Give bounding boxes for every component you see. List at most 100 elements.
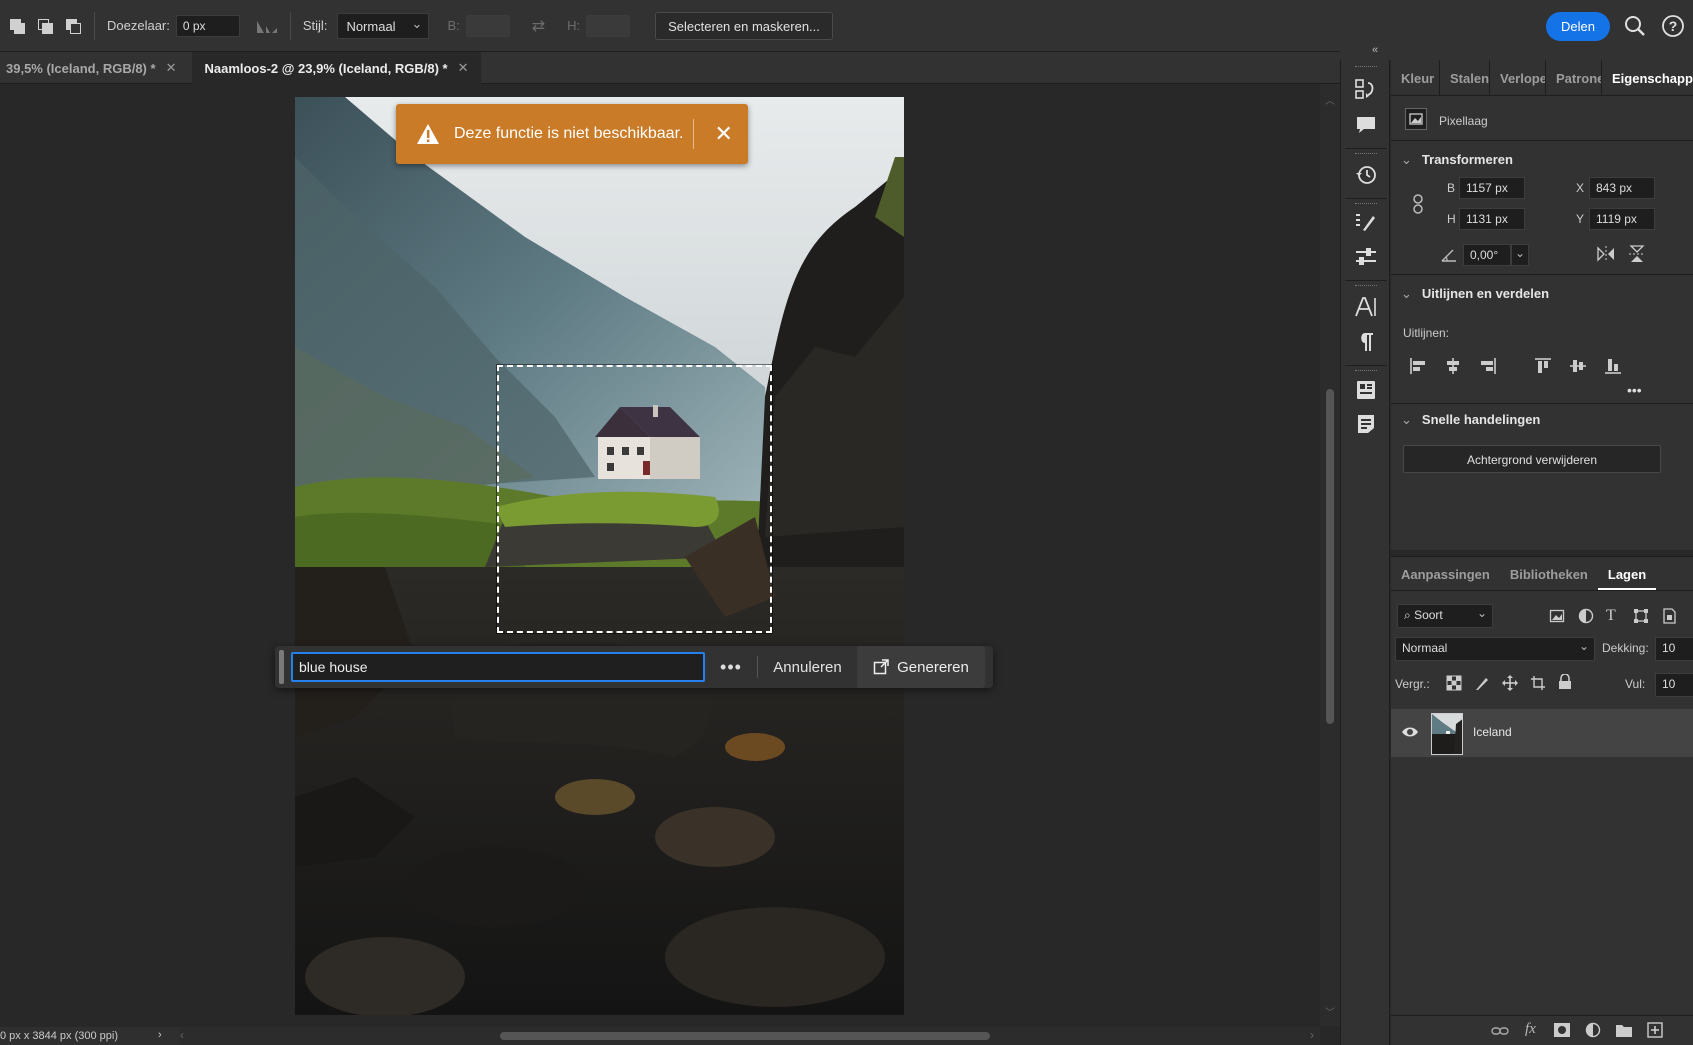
drag-handle[interactable] — [279, 650, 284, 684]
eye-icon[interactable] — [1401, 725, 1419, 739]
collapse-icon[interactable]: « — [1372, 44, 1378, 56]
grip[interactable] — [1355, 66, 1377, 69]
help-icon[interactable]: ? — [1661, 14, 1685, 38]
angle-field[interactable]: 0,00° — [1463, 244, 1511, 266]
grip[interactable] — [1355, 370, 1377, 373]
height-field[interactable]: 1131 px — [1459, 208, 1525, 230]
fill-field[interactable]: 10 — [1655, 673, 1693, 697]
add-to-selection-icon[interactable] — [36, 17, 54, 35]
lock-transparency-icon[interactable] — [1446, 675, 1462, 691]
search-icon[interactable] — [1623, 14, 1647, 38]
filter-pixel-icon[interactable] — [1549, 608, 1565, 624]
prompt-input[interactable]: blue house — [291, 652, 705, 682]
filter-adjustment-icon[interactable] — [1578, 608, 1594, 624]
tab-swatches[interactable]: Stalen — [1440, 60, 1490, 95]
width-label: B: — [447, 18, 460, 33]
more-options-icon[interactable]: ••• — [705, 657, 757, 678]
filter-type-icon[interactable]: T — [1606, 607, 1616, 625]
scroll-thumb[interactable] — [1326, 389, 1334, 724]
close-icon[interactable]: ✕ — [458, 60, 469, 76]
select-and-mask-button[interactable]: Selecteren en maskeren... — [655, 11, 833, 40]
scroll-down-icon[interactable]: ﹀ — [1325, 1004, 1335, 1019]
swap-icon[interactable]: ⇄ — [532, 16, 545, 36]
align-middle-vertical-icon[interactable] — [1569, 357, 1587, 375]
close-icon[interactable]: ✕ — [714, 121, 732, 147]
divider — [1345, 198, 1387, 199]
align-center-horizontal-icon[interactable] — [1444, 357, 1462, 375]
tab-color[interactable]: Kleur — [1391, 60, 1440, 95]
remove-background-button[interactable]: Achtergrond verwijderen — [1403, 445, 1661, 473]
vertical-scrollbar[interactable]: ︿ ﹀ — [1320, 84, 1340, 1026]
style-select[interactable]: Normaal — [337, 12, 430, 39]
adjustments-icon[interactable] — [1354, 245, 1378, 269]
align-left-icon[interactable] — [1409, 357, 1427, 375]
paragraph-icon[interactable] — [1354, 330, 1378, 354]
lock-position-icon[interactable] — [1502, 675, 1518, 691]
notes-icon[interactable] — [1354, 412, 1378, 436]
feather-input[interactable]: 0 px — [175, 14, 240, 37]
lock-artboard-icon[interactable] — [1530, 675, 1546, 691]
brush-settings-icon[interactable] — [1354, 210, 1378, 234]
link-icon[interactable] — [1411, 194, 1425, 214]
align-bottom-icon[interactable] — [1604, 357, 1622, 375]
scroll-up-icon[interactable]: ︿ — [1325, 92, 1335, 107]
section-align-distribute[interactable]: Uitlijnen en verdelen — [1401, 286, 1549, 302]
tab-document-2[interactable]: Naamloos-2 @ 23,9% (Iceland, RGB/8) * ✕ — [192, 52, 481, 84]
history-states-icon[interactable] — [1354, 77, 1378, 101]
new-layer-icon[interactable] — [1647, 1022, 1663, 1038]
lock-pixels-icon[interactable] — [1474, 675, 1490, 691]
add-mask-icon[interactable] — [1554, 1023, 1570, 1037]
y-field[interactable]: 1119 px — [1589, 208, 1655, 230]
tab-layers[interactable]: Lagen — [1597, 557, 1657, 590]
comments-icon[interactable] — [1354, 113, 1378, 137]
x-field[interactable]: 843 px — [1589, 177, 1655, 199]
section-quick-actions[interactable]: Snelle handelingen — [1401, 412, 1540, 428]
scroll-left-icon[interactable]: ‹ — [180, 1028, 184, 1042]
scroll-thumb[interactable] — [500, 1032, 990, 1040]
new-selection-icon[interactable] — [8, 17, 26, 35]
tab-properties[interactable]: Eigenschappen — [1602, 60, 1693, 95]
anti-alias-icon[interactable] — [256, 18, 278, 34]
link-layers-icon[interactable] — [1491, 1024, 1509, 1038]
filter-shape-icon[interactable] — [1633, 608, 1649, 624]
layer-filter-select[interactable]: ⌕ Soort ⌄ — [1397, 604, 1493, 628]
section-transform[interactable]: Transformeren — [1401, 152, 1513, 168]
close-icon[interactable]: ✕ — [166, 60, 177, 76]
tab-libraries[interactable]: Bibliotheken — [1500, 557, 1598, 590]
flip-vertical-icon[interactable] — [1628, 244, 1646, 264]
align-right-icon[interactable] — [1479, 357, 1497, 375]
opacity-field[interactable]: 10 — [1655, 637, 1693, 661]
width-field[interactable]: 1157 px — [1459, 177, 1525, 199]
new-adjustment-layer-icon[interactable] — [1585, 1022, 1601, 1038]
lock-all-icon[interactable] — [1558, 673, 1572, 690]
flip-horizontal-icon[interactable] — [1596, 245, 1616, 263]
tab-gradients[interactable]: Verlope — [1490, 60, 1546, 95]
height-input[interactable] — [586, 14, 631, 37]
subtract-from-selection-icon[interactable] — [64, 17, 82, 35]
marquee-selection[interactable] — [496, 364, 773, 634]
chevron-right-icon[interactable]: › — [158, 1029, 162, 1041]
share-button[interactable]: Delen — [1546, 12, 1610, 41]
tab-adjustments[interactable]: Aanpassingen — [1391, 557, 1500, 590]
align-top-icon[interactable] — [1534, 357, 1552, 375]
more-align-options-icon[interactable]: ••• — [1627, 382, 1642, 398]
width-input[interactable] — [465, 14, 510, 37]
grip[interactable] — [1355, 285, 1377, 288]
blend-mode-select[interactable]: Normaal ⌄ — [1395, 637, 1595, 661]
generate-button[interactable]: Genereren — [857, 646, 985, 688]
angle-dropdown-icon[interactable]: ⌄ — [1511, 244, 1529, 266]
character-icon[interactable] — [1354, 295, 1378, 319]
cancel-button[interactable]: Annuleren — [758, 659, 857, 676]
grip[interactable] — [1355, 203, 1377, 206]
fx-icon[interactable]: fx — [1525, 1021, 1536, 1038]
layer-row[interactable]: Iceland — [1391, 709, 1693, 757]
new-group-icon[interactable] — [1616, 1023, 1632, 1037]
tab-document-1[interactable]: 39,5% (Iceland, RGB/8) * ✕ — [0, 52, 186, 84]
grip[interactable] — [1355, 153, 1377, 156]
horizontal-scrollbar[interactable]: ‹ › — [180, 1027, 1320, 1045]
history-icon[interactable] — [1354, 163, 1378, 187]
scroll-right-icon[interactable]: › — [1310, 1028, 1314, 1042]
tab-patterns[interactable]: Patrone — [1546, 60, 1602, 95]
libraries-icon[interactable] — [1354, 378, 1378, 402]
filter-smart-object-icon[interactable] — [1661, 608, 1677, 624]
